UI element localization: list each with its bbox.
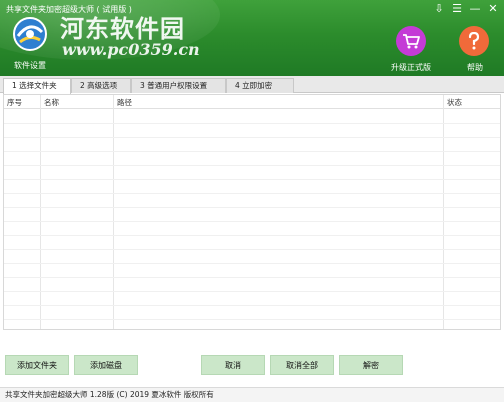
upgrade-button[interactable]: 升级正式版: [389, 62, 433, 73]
tab-bar: 1 选择文件夹 2 高级选项 3 普通用户权限设置 4 立即加密: [0, 76, 504, 94]
status-bar: 共享文件夹加密超级大师 1.28版 (C) 2019 夏冰软件 版权所有: [0, 387, 504, 402]
question-icon[interactable]: [459, 26, 489, 56]
minimize-to-tray-icon[interactable]: ⇩: [432, 3, 446, 14]
app-logo-icon[interactable]: [10, 14, 50, 54]
cancel-button[interactable]: 取消: [201, 355, 265, 375]
column-divider: [40, 95, 41, 329]
row-divider: [4, 123, 500, 124]
cart-icon[interactable]: [396, 26, 426, 56]
row-divider: [4, 235, 500, 236]
row-divider: [4, 305, 500, 306]
close-button[interactable]: ✕: [486, 3, 500, 14]
decrypt-button[interactable]: 解密: [339, 355, 403, 375]
app-header: 共享文件夹加密超级大师 ( 试用版 ) ⇩ ☰ — ✕ 河东软件园 www.pc…: [0, 0, 504, 76]
watermark-url: www.pc0359.cn: [62, 40, 200, 59]
settings-button[interactable]: 软件设置: [14, 60, 46, 71]
row-divider: [4, 249, 500, 250]
row-divider: [4, 291, 500, 292]
row-divider: [4, 137, 500, 138]
help-button[interactable]: 帮助: [460, 62, 490, 73]
add-disk-button[interactable]: 添加磁盘: [74, 355, 138, 375]
row-divider: [4, 207, 500, 208]
row-divider: [4, 277, 500, 278]
column-header-index[interactable]: 序号: [7, 97, 22, 108]
column-divider: [443, 95, 444, 329]
row-divider: [4, 319, 500, 320]
row-divider: [4, 263, 500, 264]
watermark-text: 河东软件园: [60, 14, 185, 43]
row-divider: [4, 193, 500, 194]
tab-encrypt-now[interactable]: 4 立即加密: [226, 78, 294, 93]
add-folder-button[interactable]: 添加文件夹: [5, 355, 69, 375]
minimize-button[interactable]: —: [468, 3, 482, 14]
column-divider: [113, 95, 114, 329]
row-divider: [4, 221, 500, 222]
table-header: 序号 名称 路径 状态: [4, 95, 500, 109]
column-header-status[interactable]: 状态: [447, 97, 462, 108]
cancel-all-button[interactable]: 取消全部: [270, 355, 334, 375]
row-divider: [4, 165, 500, 166]
tab-select-folder[interactable]: 1 选择文件夹: [3, 78, 71, 94]
folder-table[interactable]: 序号 名称 路径 状态: [3, 94, 501, 330]
column-header-name[interactable]: 名称: [44, 97, 59, 108]
menu-icon[interactable]: ☰: [450, 3, 464, 14]
row-divider: [4, 151, 500, 152]
column-header-path[interactable]: 路径: [117, 97, 132, 108]
row-divider: [4, 179, 500, 180]
tab-advanced-options[interactable]: 2 高级选项: [71, 78, 131, 93]
tab-user-permissions[interactable]: 3 普通用户权限设置: [131, 78, 226, 93]
